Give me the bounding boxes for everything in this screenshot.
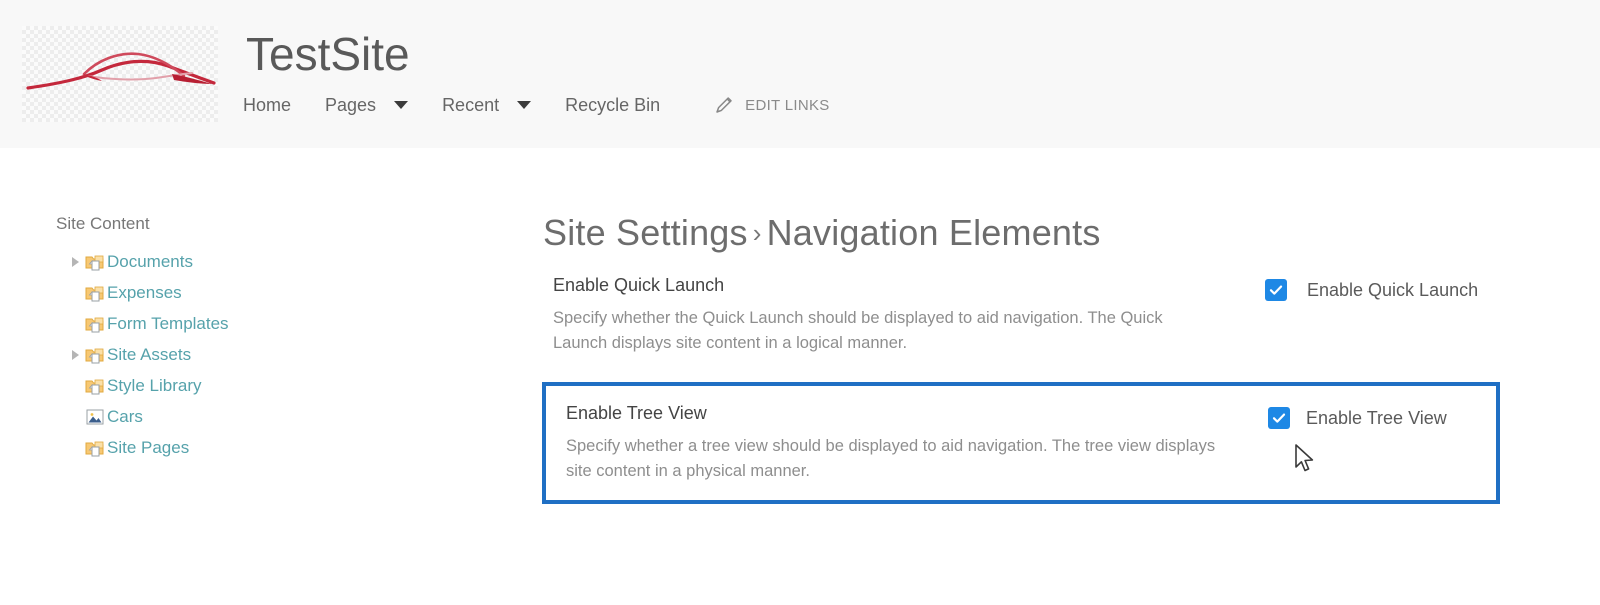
tree-item-form-templates[interactable]: Form Templates — [56, 308, 386, 339]
breadcrumb-parent[interactable]: Site Settings — [543, 212, 748, 253]
site-logo — [22, 26, 218, 122]
tree-item-cars[interactable]: Cars — [56, 401, 386, 432]
site-content-heading: Site Content — [56, 214, 150, 233]
site-content-tree: Site Content Documents Expenses Form Tem… — [56, 212, 386, 463]
tree-item-expenses[interactable]: Expenses — [56, 277, 386, 308]
setting-title: Enable Tree View — [566, 403, 707, 423]
document-library-icon — [84, 252, 106, 272]
nav-item-recent[interactable]: Recent — [442, 90, 532, 120]
tree-item-label[interactable]: Cars — [107, 406, 143, 428]
tree-item-documents[interactable]: Documents — [56, 246, 386, 277]
setting-control-area: Enable Tree View — [1256, 400, 1484, 430]
setting-enable-quick-launch: Enable Quick Launch Specify whether the … — [543, 272, 1503, 356]
setting-description-area: Enable Quick Launch Specify whether the … — [543, 272, 1243, 356]
nav-item-recycle-bin[interactable]: Recycle Bin — [565, 90, 660, 120]
enable-tree-view-checkbox[interactable] — [1268, 407, 1290, 429]
nav-item-label: Pages — [325, 94, 377, 115]
enable-quick-launch-checkbox[interactable] — [1265, 279, 1287, 301]
setting-description: Specify whether a tree view should be di… — [566, 437, 1216, 480]
chevron-down-icon[interactable] — [394, 101, 409, 109]
tree-item-site-pages[interactable]: Site Pages — [56, 432, 386, 463]
nav-item-label: Home — [243, 94, 292, 115]
tree-item-label[interactable]: Style Library — [107, 375, 201, 397]
document-library-icon — [84, 438, 106, 458]
breadcrumb-separator-icon: › — [752, 218, 762, 248]
document-library-icon — [84, 345, 106, 365]
setting-title: Enable Quick Launch — [553, 275, 725, 295]
edit-links-label: EDIT LINKS — [745, 96, 830, 114]
nav-item-home[interactable]: Home — [243, 90, 291, 120]
enable-tree-view-label[interactable]: Enable Tree View — [1306, 406, 1447, 430]
document-library-icon — [84, 314, 106, 334]
picture-library-icon — [84, 407, 106, 427]
breadcrumb-current: Navigation Elements — [766, 212, 1101, 253]
tree-item-label[interactable]: Expenses — [107, 282, 182, 304]
tree-item-site-assets[interactable]: Site Assets — [56, 339, 386, 370]
enable-quick-launch-label[interactable]: Enable Quick Launch — [1307, 278, 1478, 302]
navigation-elements-settings: Site Settings › Navigation Elements Enable… — [542, 208, 1503, 504]
tree-item-style-library[interactable]: Style Library — [56, 370, 386, 401]
setting-description-area: Enable Tree View Specify whether a tree … — [556, 400, 1256, 484]
tree-item-label[interactable]: Site Assets — [107, 344, 191, 366]
top-navigation: Home Pages Recent Recycle Bin EDIT LINKS — [243, 90, 830, 120]
site-header: TestSite Home Pages Recent Recycle Bin E… — [0, 0, 1600, 148]
edit-links-button[interactable]: EDIT LINKS — [714, 95, 829, 115]
tree-item-label[interactable]: Documents — [107, 251, 193, 273]
expand-arrow-icon[interactable] — [66, 346, 84, 364]
site-title: TestSite — [246, 28, 410, 80]
nav-item-pages[interactable]: Pages — [325, 90, 409, 120]
nav-item-label: Recent — [442, 94, 500, 115]
tree-item-label[interactable]: Form Templates — [107, 313, 229, 335]
chevron-down-icon[interactable] — [517, 101, 532, 109]
setting-description: Specify whether the Quick Launch should … — [553, 309, 1163, 352]
pencil-icon — [714, 95, 734, 115]
setting-enable-tree-view: Enable Tree View Specify whether a tree … — [542, 382, 1500, 504]
nav-item-label: Recycle Bin — [565, 94, 661, 115]
breadcrumb: Site Settings › Navigation Elements — [543, 208, 1503, 258]
document-library-icon — [84, 376, 106, 396]
expand-arrow-icon[interactable] — [66, 253, 84, 271]
tree-item-label[interactable]: Site Pages — [107, 437, 189, 459]
document-library-icon — [84, 283, 106, 303]
setting-control-area: Enable Quick Launch — [1243, 272, 1503, 302]
